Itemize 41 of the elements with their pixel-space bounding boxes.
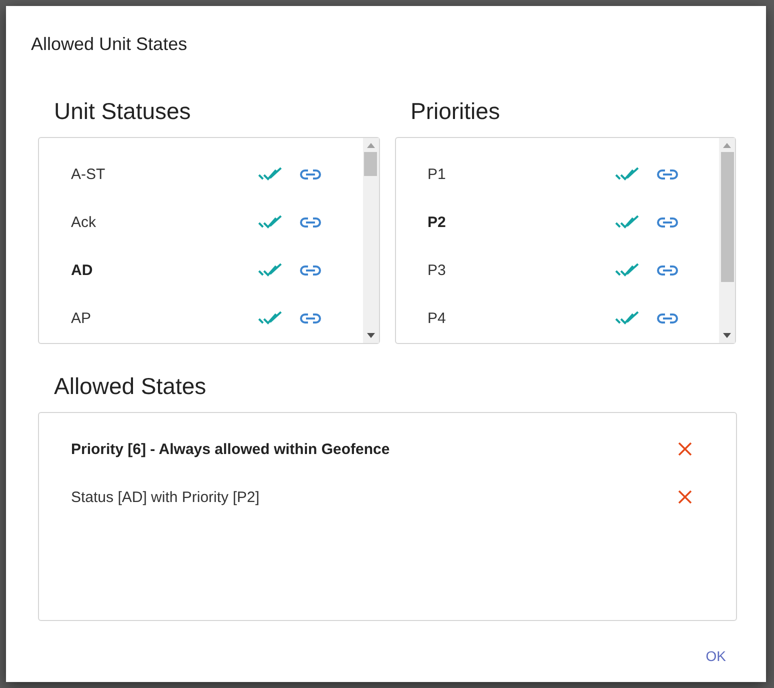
link-icon[interactable] [656, 264, 678, 276]
double-check-icon[interactable] [614, 263, 638, 277]
link-icon[interactable] [656, 216, 678, 228]
scroll-down-icon[interactable] [723, 333, 731, 338]
scrollbar[interactable] [362, 138, 378, 343]
link-icon[interactable] [300, 264, 321, 276]
link-icon[interactable] [656, 312, 678, 324]
link-icon[interactable] [300, 312, 321, 324]
list-item[interactable]: AD [39, 262, 258, 278]
remove-icon[interactable] [678, 442, 692, 456]
ok-button[interactable]: OK [696, 644, 736, 668]
link-icon[interactable] [656, 168, 678, 180]
scrollbar[interactable] [719, 138, 735, 343]
allowed-state: Priority [6] - Always allowed within Geofence [71, 440, 390, 458]
list-item[interactable]: AP [39, 310, 258, 326]
double-check-icon[interactable] [258, 215, 282, 229]
double-check-icon[interactable] [614, 167, 638, 181]
list-item[interactable]: P3 [396, 262, 614, 278]
double-check-icon[interactable] [258, 263, 282, 277]
link-icon[interactable] [300, 216, 321, 228]
section-heading: Priorities [410, 98, 501, 125]
list-item[interactable]: P4 [396, 310, 614, 326]
scroll-down-icon[interactable] [366, 333, 374, 338]
list-item[interactable]: A-ST [39, 166, 258, 182]
allowed-state: Status [AD] with Priority [P2] [71, 488, 260, 506]
double-check-icon[interactable] [258, 167, 282, 181]
link-icon[interactable] [300, 168, 321, 180]
scroll-up-icon[interactable] [366, 143, 374, 148]
scrollbar-thumb[interactable] [720, 152, 734, 282]
scroll-up-icon[interactable] [723, 143, 731, 148]
double-check-icon[interactable] [258, 311, 282, 325]
double-check-icon[interactable] [614, 215, 638, 229]
section-heading: Allowed States [54, 373, 208, 400]
section-heading: Unit Statuses [54, 98, 192, 125]
scrollbar-thumb[interactable] [364, 152, 377, 176]
list-item[interactable]: P1 [396, 166, 614, 182]
list-item[interactable]: P2 [396, 214, 614, 230]
remove-icon[interactable] [678, 490, 692, 504]
list-item[interactable]: Ack [39, 214, 258, 230]
dialog-title: Allowed Unit States [31, 34, 188, 55]
double-check-icon[interactable] [614, 311, 638, 325]
